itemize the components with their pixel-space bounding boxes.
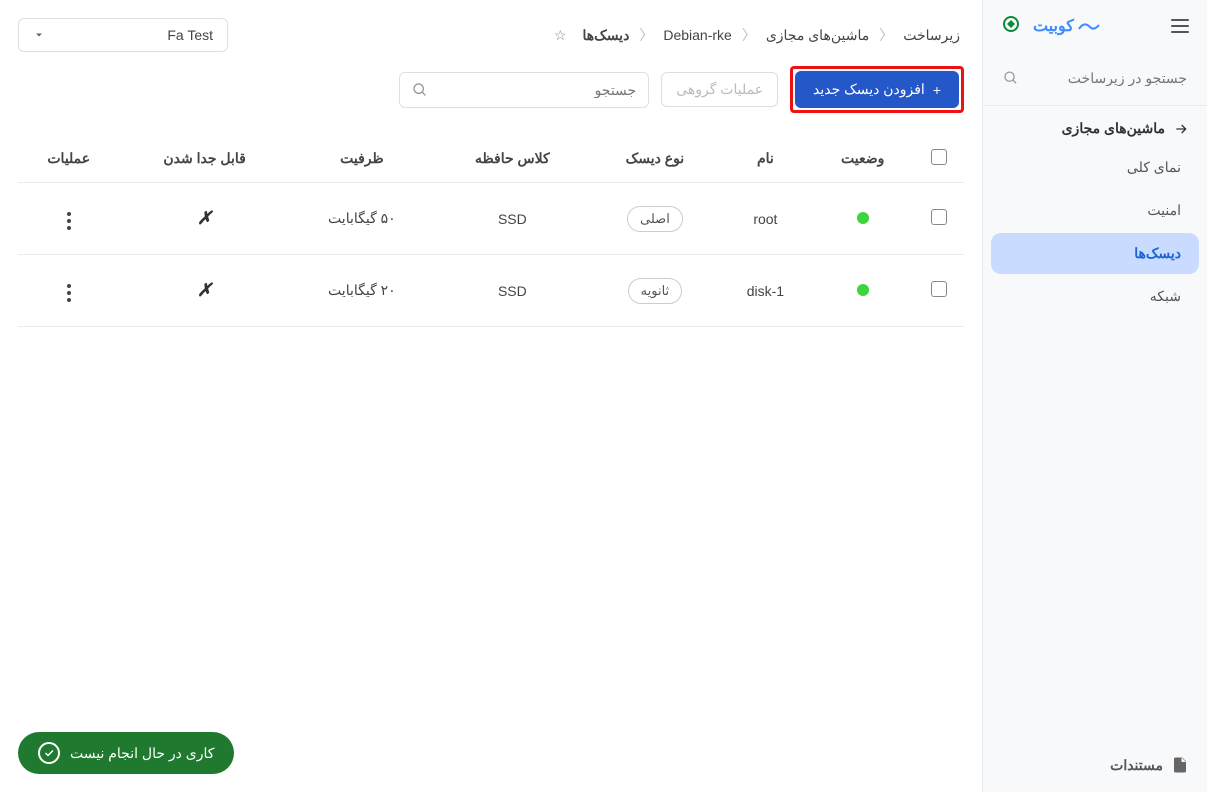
chevron-left-icon: 〈 bbox=[639, 25, 653, 45]
favorite-star-icon[interactable]: ☆ bbox=[554, 27, 567, 44]
row-actions-menu[interactable] bbox=[63, 280, 75, 306]
chevron-left-icon: 〈 bbox=[742, 25, 756, 45]
disk-name: root bbox=[719, 183, 811, 255]
logo-secondary[interactable] bbox=[1001, 14, 1021, 37]
disk-type-badge: ثانویه bbox=[628, 278, 683, 304]
sidebar-item-label: نمای کلی bbox=[1127, 159, 1181, 175]
docs-label: مستندات bbox=[1110, 757, 1163, 774]
sidebar-item-disks[interactable]: دیسک‌ها bbox=[991, 233, 1199, 274]
sidebar: کوبیت ماشین‌های مجازی نمای کلی امنیت دیس… bbox=[982, 0, 1207, 792]
add-disk-button[interactable]: افزودن دیسک جدید + bbox=[795, 71, 959, 108]
project-selector[interactable]: Fa Test bbox=[18, 18, 228, 52]
chevron-down-icon bbox=[33, 29, 45, 41]
breadcrumb-item[interactable]: زیرساخت bbox=[899, 27, 964, 44]
capacity: ۲۰ گیگابایت bbox=[290, 255, 434, 327]
storage-class: SSD bbox=[434, 183, 590, 255]
row-checkbox[interactable] bbox=[931, 281, 947, 297]
col-disk-type: نوع دیسک bbox=[591, 135, 720, 183]
storage-class: SSD bbox=[434, 255, 590, 327]
disk-type-badge: اصلی bbox=[627, 206, 683, 232]
detach-indicator: ✗ bbox=[197, 280, 212, 300]
col-capacity: ظرفیت bbox=[290, 135, 434, 183]
row-checkbox[interactable] bbox=[931, 209, 947, 225]
status-indicator bbox=[857, 284, 869, 296]
breadcrumb-item-current: دیسک‌ها bbox=[579, 27, 634, 44]
sidebar-section-title: ماشین‌های مجازی bbox=[1062, 120, 1165, 137]
project-name: Fa Test bbox=[167, 27, 213, 43]
document-icon bbox=[1171, 756, 1189, 774]
arrow-right-icon bbox=[1173, 121, 1189, 137]
col-detachable: قابل جدا شدن bbox=[120, 135, 290, 183]
chevron-left-icon: 〈 bbox=[879, 25, 893, 45]
status-check-icon bbox=[38, 742, 60, 764]
group-ops-label: عملیات گروهی bbox=[676, 81, 763, 97]
select-all-checkbox[interactable] bbox=[931, 149, 947, 165]
table-row: disk-1 ثانویه SSD۲۰ گیگابایت ✗ bbox=[18, 255, 964, 327]
search-icon bbox=[1003, 69, 1019, 87]
col-status: وضعیت bbox=[811, 135, 914, 183]
col-storage-class: کلاس حافظه bbox=[434, 135, 590, 183]
capacity: ۵۰ گیگابایت bbox=[290, 183, 434, 255]
table-search-input[interactable] bbox=[436, 82, 636, 98]
logo-text: کوبیت bbox=[1033, 16, 1074, 36]
sidebar-search[interactable] bbox=[997, 61, 1193, 95]
status-indicator bbox=[857, 212, 869, 224]
sidebar-search-input[interactable] bbox=[1027, 70, 1187, 86]
sidebar-item-overview[interactable]: نمای کلی bbox=[991, 147, 1199, 188]
plus-icon: + bbox=[933, 82, 941, 98]
sidebar-section-header[interactable]: ماشین‌های مجازی bbox=[983, 106, 1207, 147]
logo-group: کوبیت bbox=[1001, 14, 1100, 37]
breadcrumb: زیرساخت 〈 ماشین‌های مجازی 〈 Debian-rke 〈… bbox=[554, 25, 964, 45]
disk-name: disk-1 bbox=[719, 255, 811, 327]
sidebar-item-network[interactable]: شبکه bbox=[991, 276, 1199, 317]
main-content: زیرساخت 〈 ماشین‌های مجازی 〈 Debian-rke 〈… bbox=[0, 0, 982, 792]
disks-table: وضعیت نام نوع دیسک کلاس حافظه ظرفیت قابل… bbox=[18, 135, 964, 327]
status-text: کاری در حال انجام نیست bbox=[70, 745, 214, 762]
col-name: نام bbox=[719, 135, 811, 183]
breadcrumb-item[interactable]: ماشین‌های مجازی bbox=[762, 27, 873, 44]
sidebar-item-label: شبکه bbox=[1150, 288, 1181, 304]
logo-kubit[interactable]: کوبیت bbox=[1033, 16, 1100, 36]
table-row: root اصلی SSD۵۰ گیگابایت ✗ bbox=[18, 183, 964, 255]
add-disk-label: افزودن دیسک جدید bbox=[813, 81, 925, 98]
sidebar-docs-link[interactable]: مستندات bbox=[983, 738, 1207, 792]
detach-indicator: ✗ bbox=[197, 208, 212, 228]
menu-toggle-icon[interactable] bbox=[1171, 19, 1189, 33]
row-actions-menu[interactable] bbox=[63, 208, 75, 234]
add-disk-highlight: افزودن دیسک جدید + bbox=[790, 66, 964, 113]
breadcrumb-item[interactable]: Debian-rke bbox=[659, 27, 735, 43]
col-actions: عملیات bbox=[18, 135, 120, 183]
group-operations-button: عملیات گروهی bbox=[661, 72, 778, 107]
status-bar[interactable]: کاری در حال انجام نیست bbox=[18, 732, 234, 774]
table-search[interactable] bbox=[399, 72, 649, 108]
sidebar-item-label: امنیت bbox=[1147, 202, 1181, 218]
sidebar-item-label: دیسک‌ها bbox=[1134, 245, 1181, 261]
sidebar-item-security[interactable]: امنیت bbox=[991, 190, 1199, 231]
search-icon bbox=[412, 81, 428, 99]
